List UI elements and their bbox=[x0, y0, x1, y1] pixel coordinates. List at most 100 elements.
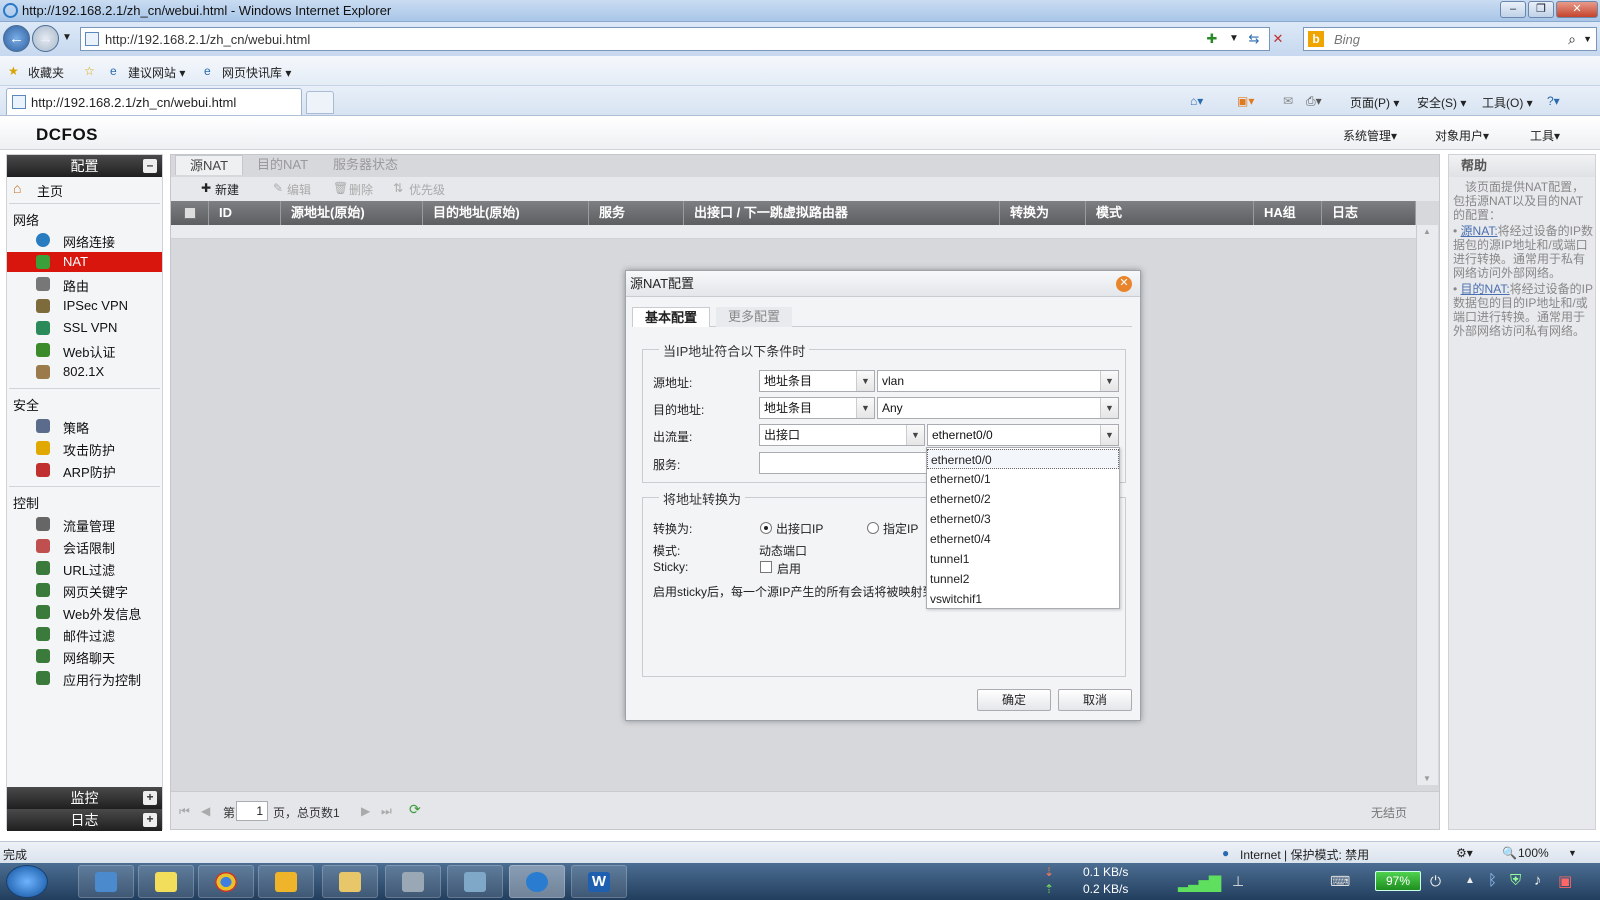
dropdown-option[interactable]: ethernet0/3 bbox=[927, 509, 1119, 529]
sidebar-item-arp-defense[interactable]: ARP防护 bbox=[7, 460, 162, 480]
dropdown-option[interactable]: vswitchif1 bbox=[927, 589, 1119, 609]
antenna-icon[interactable]: ⊥ bbox=[1232, 873, 1244, 890]
dropdown-option[interactable]: tunnel1 bbox=[927, 549, 1119, 569]
volume-icon[interactable]: ♪ bbox=[1534, 872, 1542, 889]
print-icon[interactable]: ⎙▾ bbox=[1306, 94, 1322, 109]
sidebar-item-ssl-vpn[interactable]: SSL VPN bbox=[7, 318, 162, 338]
stop-icon[interactable]: ✕ bbox=[1269, 30, 1287, 48]
favorites-button[interactable]: 收藏夹 bbox=[28, 64, 64, 81]
start-button[interactable] bbox=[6, 865, 48, 898]
egress-ip-radio[interactable] bbox=[760, 522, 772, 534]
priority-button[interactable]: 优先级 bbox=[409, 181, 445, 198]
sidebar-item-home[interactable]: ⌂ 主页 bbox=[7, 179, 162, 199]
egress-type-select[interactable]: 出接口 ▼ bbox=[759, 424, 925, 446]
taskbar-app-word[interactable]: W bbox=[571, 865, 627, 898]
dropdown-option[interactable]: ethernet0/1 bbox=[927, 469, 1119, 489]
snat-help-link[interactable]: 源NAT: bbox=[1461, 224, 1498, 238]
tools-app-menu[interactable]: 工具▾ bbox=[1530, 127, 1560, 144]
taskbar-app-chrome[interactable] bbox=[198, 865, 254, 898]
browser-tab[interactable]: http://192.168.2.1/zh_cn/webui.html bbox=[6, 88, 302, 115]
tab-more-config[interactable]: 更多配置 bbox=[716, 307, 793, 327]
sidebar-item-web-keyword[interactable]: 网页关键字 bbox=[7, 580, 162, 600]
object-user-menu[interactable]: 对象用户▾ bbox=[1435, 127, 1489, 144]
column-mode[interactable]: 模式 bbox=[1086, 201, 1254, 225]
sidebar-item-web-outbound[interactable]: Web外发信息 bbox=[7, 602, 162, 622]
forward-button[interactable]: → bbox=[32, 25, 59, 52]
column-id[interactable]: ID bbox=[209, 201, 281, 225]
compat-icon[interactable]: ✚ bbox=[1203, 30, 1221, 48]
dnat-help-link[interactable]: 目的NAT: bbox=[1461, 282, 1510, 296]
refresh-icon[interactable]: ⇆ bbox=[1245, 30, 1263, 48]
web-slice-gallery-link[interactable]: 网页快讯库 ▾ bbox=[222, 64, 291, 81]
first-page-icon[interactable]: ⏮ bbox=[179, 804, 190, 819]
delete-button[interactable]: 删除 bbox=[349, 181, 373, 198]
scroll-up-icon[interactable]: ▲ bbox=[1423, 227, 1431, 236]
sidebar-config-header[interactable]: 配置 – bbox=[7, 155, 162, 177]
power-icon[interactable]: ⏻ bbox=[1430, 873, 1441, 890]
new-button[interactable]: 新建 bbox=[215, 181, 239, 198]
sidebar-item-attack-defense[interactable]: 攻击防护 bbox=[7, 438, 162, 458]
destination-address-select[interactable]: Any ▼ bbox=[877, 397, 1119, 419]
sidebar-item-app-control[interactable]: 应用行为控制 bbox=[7, 668, 162, 688]
select-all-checkbox[interactable] bbox=[184, 207, 196, 219]
signal-strength-icon[interactable]: ▂▃▅▇ bbox=[1178, 873, 1221, 893]
search-dropdown-icon[interactable]: ▼ bbox=[1583, 34, 1592, 44]
column-translate-to[interactable]: 转换为 bbox=[1000, 201, 1086, 225]
sidebar-item-web-auth[interactable]: Web认证 bbox=[7, 340, 162, 360]
taskbar-app-ie[interactable] bbox=[509, 865, 565, 898]
taskbar-app-terminal[interactable] bbox=[447, 865, 503, 898]
column-source-address[interactable]: 源地址(原始) bbox=[281, 201, 423, 225]
system-management-menu[interactable]: 系统管理▾ bbox=[1343, 127, 1397, 144]
close-window-button[interactable]: ✕ bbox=[1556, 1, 1598, 18]
address-dropdown-icon[interactable]: ▼ bbox=[1225, 30, 1243, 48]
taskbar-app-network[interactable] bbox=[78, 865, 134, 898]
page-number-input[interactable]: 1 bbox=[236, 801, 268, 821]
tab-basic-config[interactable]: 基本配置 bbox=[632, 307, 711, 327]
history-dropdown-icon[interactable]: ▼ bbox=[62, 32, 72, 43]
sidebar-item-network-connection[interactable]: 网络连接 bbox=[7, 230, 162, 250]
sidebar-log-header[interactable]: 日志 + bbox=[7, 809, 162, 831]
help-icon[interactable]: ?▾ bbox=[1547, 94, 1560, 108]
zoom-level[interactable]: 100% bbox=[1518, 846, 1549, 860]
sidebar-item-im-chat[interactable]: 网络聊天 bbox=[7, 646, 162, 666]
column-ha-group[interactable]: HA组 bbox=[1254, 201, 1322, 225]
expand-icon[interactable]: + bbox=[143, 791, 157, 805]
safety-menu[interactable]: 安全(S) ▾ bbox=[1417, 94, 1466, 111]
egress-interface-select[interactable]: ethernet0/0 ▼ bbox=[927, 424, 1119, 446]
egress-ip-option[interactable]: 出接口IP bbox=[776, 520, 823, 537]
last-page-icon[interactable]: ⏭ bbox=[381, 804, 392, 819]
next-page-icon[interactable]: ▶ bbox=[361, 804, 370, 818]
settings-icon[interactable]: ⚙▾ bbox=[1456, 846, 1473, 860]
dropdown-option[interactable]: ethernet0/2 bbox=[927, 489, 1119, 509]
edit-button[interactable]: 编辑 bbox=[287, 181, 311, 198]
security-zone-text[interactable]: Internet | 保护模式: 禁用 bbox=[1240, 846, 1369, 863]
page-menu[interactable]: 页面(P) ▾ bbox=[1350, 94, 1399, 111]
taskbar-app-explorer[interactable] bbox=[322, 865, 378, 898]
table-scrollbar[interactable]: ▲ ▼ bbox=[1416, 225, 1438, 785]
sidebar-monitor-header[interactable]: 监控 + bbox=[7, 787, 162, 809]
sidebar-item-routing[interactable]: 路由 bbox=[7, 274, 162, 294]
taskbar-app-stickynotes[interactable] bbox=[138, 865, 194, 898]
suggested-sites-link[interactable]: 建议网站 ▾ bbox=[128, 64, 185, 81]
collapse-icon[interactable]: – bbox=[143, 159, 157, 173]
sticky-checkbox[interactable] bbox=[760, 561, 772, 573]
keyboard-icon[interactable]: ⌨ bbox=[1330, 873, 1350, 890]
mail-icon[interactable]: ✉ bbox=[1283, 94, 1293, 108]
refresh-icon[interactable]: ⟳ bbox=[409, 801, 421, 818]
taskbar-app-calculator[interactable] bbox=[385, 865, 441, 898]
dropdown-option[interactable]: ethernet0/4 bbox=[927, 529, 1119, 549]
tab-destination-nat[interactable]: 目的NAT bbox=[243, 155, 322, 175]
new-tab-button[interactable] bbox=[306, 91, 334, 114]
feeds-icon[interactable]: ▣▾ bbox=[1237, 94, 1254, 108]
search-icon[interactable]: ⌕ bbox=[1568, 31, 1576, 48]
dropdown-option[interactable]: ethernet0/0 bbox=[927, 449, 1119, 469]
close-icon[interactable]: ✕ bbox=[1116, 276, 1132, 292]
search-box[interactable]: b Bing ⌕ ▼ bbox=[1303, 27, 1597, 51]
back-button[interactable]: ← bbox=[3, 25, 30, 52]
tab-server-status[interactable]: 服务器状态 bbox=[319, 155, 412, 175]
scroll-down-icon[interactable]: ▼ bbox=[1423, 774, 1431, 783]
sidebar-item-url-filter[interactable]: URL过滤 bbox=[7, 558, 162, 578]
home-icon[interactable]: ⌂▾ bbox=[1190, 94, 1203, 108]
maximize-button[interactable]: ❐ bbox=[1528, 1, 1554, 18]
column-log[interactable]: 日志 bbox=[1322, 201, 1416, 225]
